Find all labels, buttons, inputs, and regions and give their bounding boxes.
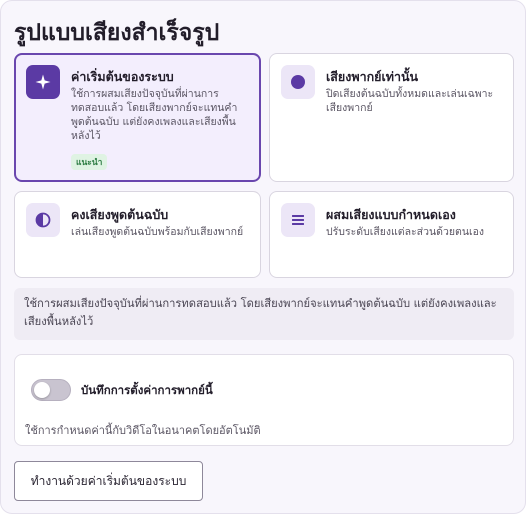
preset-info-box: ใช้การผสมเสียงปัจจุบันที่ผ่านการทดสอบแล้… xyxy=(14,288,514,340)
save-settings-section: บันทึกการตั้งค่าการพากย์นี้ ใช้การกำหนดค… xyxy=(14,354,514,446)
preset-title: ค่าเริ่มต้นของระบบ xyxy=(71,69,174,84)
save-settings-help: ใช้การกำหนดค่านี้กับวิดีโอในอนาคตโดยอัตโ… xyxy=(25,424,261,437)
preset-description: ปรับระดับเสียงแต่ละส่วนด้วยตนเอง xyxy=(326,226,485,238)
preset-card-system-default[interactable]: ค่าเริ่มต้นของระบบ ใช้การผสมเสียงปัจจุบั… xyxy=(14,53,261,182)
preset-title: คงเสียงพูดต้นฉบับ xyxy=(71,207,169,222)
preset-description: ใช้การผสมเสียงปัจจุบันที่ผ่านการทดสอบแล้… xyxy=(71,88,238,142)
use-system-default-button[interactable]: ทำงานด้วยค่าเริ่มต้นของระบบ xyxy=(14,461,203,501)
circle-icon xyxy=(281,65,315,99)
save-settings-label: บันทึกการตั้งค่าการพากย์นี้ xyxy=(81,383,213,397)
preset-card-custom-mix[interactable]: ผสมเสียงแบบกำหนดเอง ปรับระดับเสียงแต่ละส… xyxy=(269,191,514,278)
half-circle-icon xyxy=(26,203,60,237)
toggle-knob xyxy=(34,382,50,398)
list-icon xyxy=(281,203,315,237)
page-title: รูปแบบเสียงสำเร็จรูป xyxy=(14,20,220,46)
sparkle-icon xyxy=(26,65,60,99)
preset-description: ปิดเสียงต้นฉบับทั้งหมดและเล่นเฉพาะเสียงพ… xyxy=(326,88,494,114)
audio-preset-panel: รูปแบบเสียงสำเร็จรูป ค่าเริ่มต้นของระบบ … xyxy=(0,0,526,514)
preset-description: เล่นเสียงพูดต้นฉบับพร้อมกับเสียงพากย์ xyxy=(71,226,244,238)
preset-card-dub-only[interactable]: เสียงพากย์เท่านั้น ปิดเสียงต้นฉบับทั้งหม… xyxy=(269,53,514,182)
preset-card-keep-original[interactable]: คงเสียงพูดต้นฉบับ เล่นเสียงพูดต้นฉบับพร้… xyxy=(14,191,261,278)
recommended-badge: แนะนำ xyxy=(71,154,108,170)
preset-title: ผสมเสียงแบบกำหนดเอง xyxy=(326,207,456,222)
save-settings-toggle[interactable] xyxy=(31,379,71,401)
preset-title: เสียงพากย์เท่านั้น xyxy=(326,69,419,84)
